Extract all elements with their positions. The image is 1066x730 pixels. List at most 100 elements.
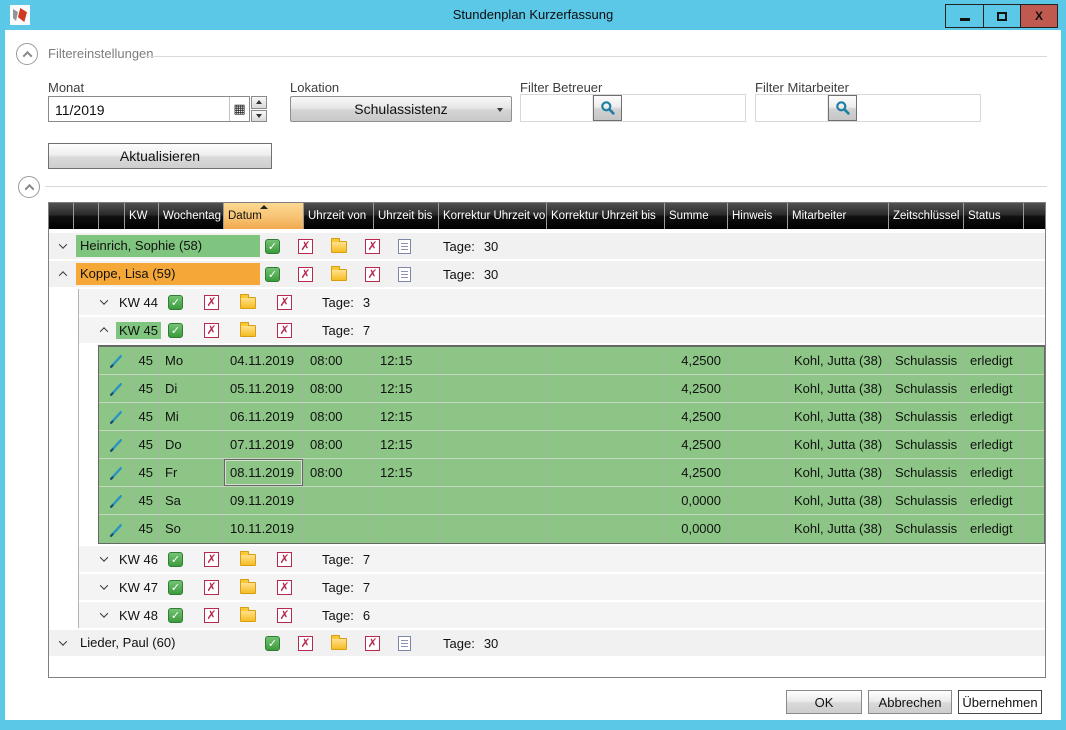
korrektur-bis-cell[interactable] xyxy=(547,487,665,514)
check-icon[interactable]: ✓ xyxy=(168,579,184,595)
datum-cell[interactable]: 05.11.2019 xyxy=(224,375,304,402)
status-cell[interactable]: erledigt xyxy=(964,375,1024,402)
edit-cell[interactable] xyxy=(99,459,134,486)
folder-icon[interactable] xyxy=(240,322,257,337)
edit-cell[interactable] xyxy=(99,487,134,514)
korrektur-von-cell[interactable] xyxy=(439,487,547,514)
summe-cell[interactable]: 4,2500 xyxy=(665,403,728,430)
document-icon[interactable] xyxy=(398,238,411,254)
uhrzeit-von-cell[interactable]: 08:00 xyxy=(304,403,374,430)
collapse-filters-button[interactable] xyxy=(16,43,38,65)
red-x-icon[interactable]: ✗ xyxy=(204,607,220,623)
mitarbeiter-cell[interactable]: Kohl, Jutta (38) xyxy=(788,347,889,374)
red-x-icon[interactable]: ✗ xyxy=(365,238,380,254)
uhrzeit-bis-cell[interactable]: 12:15 xyxy=(374,459,439,486)
column-header-uhrzeit-bis[interactable]: Uhrzeit bis xyxy=(374,203,439,229)
uhrzeit-bis-cell[interactable] xyxy=(374,515,439,543)
edit-cell[interactable] xyxy=(99,403,134,430)
red-x-icon[interactable]: ✗ xyxy=(277,294,293,310)
korrektur-von-cell[interactable] xyxy=(439,515,547,543)
betreuer-search-button[interactable] xyxy=(593,95,622,121)
kw-cell[interactable]: 45 xyxy=(134,487,159,514)
red-x-icon[interactable]: ✗ xyxy=(204,579,220,595)
hinweis-cell[interactable] xyxy=(728,375,788,402)
column-header-blank[interactable] xyxy=(1024,203,1045,229)
column-header-datum[interactable]: Datum xyxy=(224,203,304,229)
korrektur-bis-cell[interactable] xyxy=(547,375,665,402)
summe-cell[interactable]: 4,2500 xyxy=(665,347,728,374)
ok-button[interactable]: OK xyxy=(786,690,862,714)
kw-cell[interactable]: 45 xyxy=(134,431,159,458)
red-x-icon[interactable]: ✗ xyxy=(277,607,293,623)
column-header-uhrzeit-von[interactable]: Uhrzeit von xyxy=(304,203,374,229)
week-row-kw47[interactable]: KW 47 ✓ ✗ ✗ Tage: 7 xyxy=(79,574,1045,600)
korrektur-von-cell[interactable] xyxy=(439,375,547,402)
status-cell[interactable]: erledigt xyxy=(964,487,1024,514)
uhrzeit-von-cell[interactable] xyxy=(304,515,374,543)
close-button[interactable]: X xyxy=(1020,5,1057,27)
uhrzeit-bis-cell[interactable] xyxy=(374,487,439,514)
red-x-icon[interactable]: ✗ xyxy=(204,294,220,310)
filter-betreuer-text[interactable] xyxy=(521,95,593,121)
folder-icon[interactable] xyxy=(240,579,257,594)
folder-icon[interactable] xyxy=(331,635,347,650)
summe-cell[interactable]: 0,0000 xyxy=(665,515,728,543)
abbrechen-button[interactable]: Abbrechen xyxy=(868,690,952,714)
minimize-button[interactable] xyxy=(946,5,983,27)
column-header-mitarbeiter[interactable]: Mitarbeiter xyxy=(788,203,889,229)
korrektur-bis-cell[interactable] xyxy=(547,515,665,543)
wochentag-cell[interactable]: Mo xyxy=(159,347,224,374)
zeitschluessel-cell[interactable]: Schulassis xyxy=(889,375,964,402)
expand-chevron-icon[interactable] xyxy=(58,240,68,249)
red-x-icon[interactable]: ✗ xyxy=(298,635,313,651)
filter-mitarbeiter-text[interactable] xyxy=(756,95,828,121)
uhrzeit-bis-cell[interactable]: 12:15 xyxy=(374,403,439,430)
edit-cell[interactable] xyxy=(99,347,134,374)
zeitschluessel-cell[interactable]: Schulassis xyxy=(889,515,964,543)
uhrzeit-bis-cell[interactable]: 12:15 xyxy=(374,347,439,374)
kw-cell[interactable]: 45 xyxy=(134,403,159,430)
summe-cell[interactable]: 4,2500 xyxy=(665,459,728,486)
summe-cell[interactable]: 4,2500 xyxy=(665,431,728,458)
hinweis-cell[interactable] xyxy=(728,431,788,458)
hinweis-cell[interactable] xyxy=(728,487,788,514)
korrektur-bis-cell[interactable] xyxy=(547,403,665,430)
filter-betreuer-input[interactable] xyxy=(520,94,746,122)
expand-chevron-icon[interactable] xyxy=(99,296,109,305)
wochentag-cell[interactable]: Mi xyxy=(159,403,224,430)
hinweis-cell[interactable] xyxy=(728,347,788,374)
uhrzeit-von-cell[interactable] xyxy=(304,487,374,514)
datum-cell[interactable]: 07.11.2019 xyxy=(224,431,304,458)
uhrzeit-von-cell[interactable]: 08:00 xyxy=(304,375,374,402)
check-icon[interactable]: ✓ xyxy=(168,322,184,338)
mitarbeiter-cell[interactable]: Kohl, Jutta (38) xyxy=(788,403,889,430)
datum-cell-selected[interactable]: 08.11.2019 xyxy=(224,459,304,486)
hinweis-cell[interactable] xyxy=(728,515,788,543)
korrektur-von-cell[interactable] xyxy=(439,403,547,430)
column-header-korrektur-von[interactable]: Korrektur Uhrzeit von xyxy=(439,203,547,229)
status-cell[interactable]: erledigt xyxy=(964,347,1024,374)
red-x-icon[interactable]: ✗ xyxy=(277,579,293,595)
uhrzeit-bis-cell[interactable]: 12:15 xyxy=(374,431,439,458)
document-icon[interactable] xyxy=(398,266,411,282)
mitarbeiter-cell[interactable]: Kohl, Jutta (38) xyxy=(788,431,889,458)
korrektur-von-cell[interactable] xyxy=(439,347,547,374)
edit-cell[interactable] xyxy=(99,375,134,402)
collapse-chevron-icon[interactable] xyxy=(99,327,109,336)
status-cell[interactable]: erledigt xyxy=(964,459,1024,486)
datum-cell[interactable]: 06.11.2019 xyxy=(224,403,304,430)
column-header-korrektur-bis[interactable]: Korrektur Uhrzeit bis xyxy=(547,203,665,229)
column-header-wochentag[interactable]: Wochentag xyxy=(159,203,224,229)
datum-cell[interactable]: 04.11.2019 xyxy=(224,347,304,374)
aktualisieren-button[interactable]: Aktualisieren xyxy=(48,143,272,169)
week-row-kw48[interactable]: KW 48 ✓ ✗ ✗ Tage: 6 xyxy=(79,602,1045,628)
column-header-blank[interactable] xyxy=(74,203,99,229)
column-header-kw[interactable]: KW xyxy=(125,203,159,229)
folder-icon[interactable] xyxy=(240,551,257,566)
column-header-zeitschluessel[interactable]: Zeitschlüssel xyxy=(889,203,964,229)
wochentag-cell[interactable]: So xyxy=(159,515,224,543)
wochentag-cell[interactable]: Di xyxy=(159,375,224,402)
uhrzeit-bis-cell[interactable]: 12:15 xyxy=(374,375,439,402)
expand-chevron-icon[interactable] xyxy=(99,581,109,590)
status-cell[interactable]: erledigt xyxy=(964,403,1024,430)
